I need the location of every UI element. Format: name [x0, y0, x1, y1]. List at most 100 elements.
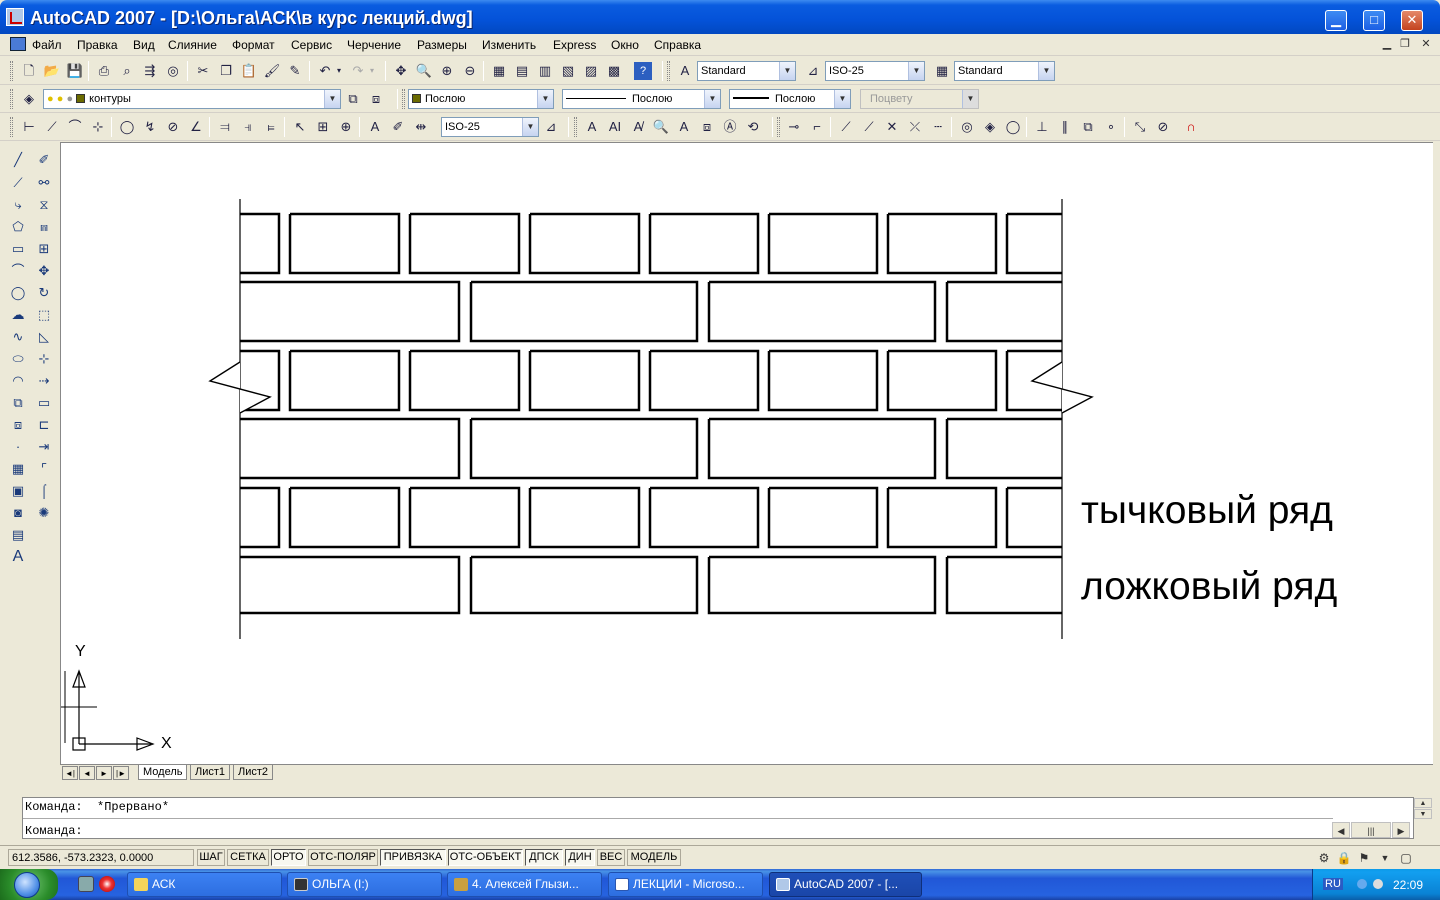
cut-icon[interactable]: ✂: [194, 62, 212, 80]
snap-none-icon[interactable]: ⊘: [1154, 118, 1172, 136]
insert-block-icon[interactable]: ⧉: [8, 393, 28, 413]
diameter-dimension-icon[interactable]: ⊘: [164, 118, 182, 136]
snap-apparent-intersection-icon[interactable]: ⤫: [906, 118, 924, 136]
extend-icon[interactable]: ⇢: [34, 371, 54, 391]
toolbar-grip[interactable]: [10, 89, 13, 109]
snap-temp-track-icon[interactable]: ⊸: [785, 118, 803, 136]
ortho-toggle[interactable]: ОРТО: [271, 849, 306, 866]
dimension-update-icon[interactable]: ⇹: [412, 118, 430, 136]
redo-dropdown-icon[interactable]: ▾: [367, 62, 377, 80]
region-icon[interactable]: ◙: [8, 503, 28, 523]
rectangle-icon[interactable]: ▭: [8, 239, 28, 259]
chamfer-icon[interactable]: ⌜: [34, 459, 54, 479]
rotate-icon[interactable]: ↻: [34, 283, 54, 303]
scroll-thumb[interactable]: |||: [1351, 822, 1391, 838]
scroll-right-icon[interactable]: ▶: [1392, 822, 1410, 838]
tab-sheet1[interactable]: Лист1: [190, 765, 231, 780]
ordinate-dimension-icon[interactable]: ⊹: [89, 118, 107, 136]
model-toggle[interactable]: МОДЕЛЬ: [627, 849, 681, 866]
zoom-realtime-icon[interactable]: 🔍: [415, 62, 433, 80]
help-icon[interactable]: ?: [634, 62, 652, 80]
snap-quadrant-icon[interactable]: ◈: [981, 118, 999, 136]
snap-perpendicular-icon[interactable]: ⊥: [1033, 118, 1051, 136]
language-indicator[interactable]: RU: [1323, 878, 1343, 890]
save-icon[interactable]: 💾: [66, 62, 84, 80]
scale-text-icon[interactable]: ⧈: [698, 118, 716, 136]
dimension-style-select[interactable]: ISO-25 ▼: [441, 117, 539, 137]
linetype-select[interactable]: Послою ▼: [562, 89, 721, 109]
print-preview-icon[interactable]: ⌕: [118, 62, 136, 80]
dyn-toggle[interactable]: ДИН: [565, 849, 595, 866]
volume-icon[interactable]: [1373, 879, 1383, 889]
make-object-layer-current-icon[interactable]: ⧉: [344, 90, 362, 108]
scroll-up-icon[interactable]: ▲: [1414, 798, 1432, 808]
command-lines[interactable]: Команда: *Прервано* Команда:: [22, 797, 1414, 839]
scale-icon[interactable]: ⬚: [34, 305, 54, 325]
previous-tab-button[interactable]: ◄: [79, 766, 95, 780]
tab-sheet2[interactable]: Лист2: [233, 765, 274, 780]
convert-space-icon[interactable]: ⟲: [744, 118, 762, 136]
snap-node-icon[interactable]: ∘: [1102, 118, 1120, 136]
baseline-dimension-icon[interactable]: ⫣: [239, 118, 257, 136]
start-button[interactable]: [0, 869, 58, 900]
dim-style-icon[interactable]: ⊿: [804, 62, 822, 80]
trim-icon[interactable]: ⊹: [34, 349, 54, 369]
polar-toggle[interactable]: ОТС-ПОЛЯР: [308, 849, 378, 866]
layer-select[interactable]: ● ● ● контуры ▼: [43, 89, 341, 109]
edit-text-icon[interactable]: A̸: [629, 118, 647, 136]
clean-screen-icon[interactable]: ▢: [1398, 850, 1414, 866]
radius-dimension-icon[interactable]: ◯: [118, 118, 136, 136]
join-icon[interactable]: ⇥: [34, 437, 54, 457]
annotation-icon[interactable]: ⚑: [1356, 850, 1372, 866]
lineweight-select[interactable]: Послою ▼: [729, 89, 851, 109]
ellipse-icon[interactable]: ⬭: [8, 349, 28, 369]
menu-edit[interactable]: Правка: [77, 38, 118, 52]
toolbar-grip[interactable]: [10, 61, 13, 81]
chevron-down-icon[interactable]: ▼: [962, 90, 978, 108]
snap-nearest-icon[interactable]: ⤡: [1131, 118, 1149, 136]
quick-launch-browser-icon[interactable]: [99, 876, 115, 892]
web-publish-icon[interactable]: ◎: [164, 62, 182, 80]
undo-icon[interactable]: ↶: [316, 62, 334, 80]
status-menu-chevron-icon[interactable]: ▼: [1377, 850, 1393, 866]
title-bar[interactable]: AutoCAD 2007 - [D:\Ольга\АСК\в курс лекц…: [0, 0, 1440, 34]
tool-palettes-icon[interactable]: ▥: [536, 62, 554, 80]
sheet-set-icon[interactable]: ▧: [559, 62, 577, 80]
markup-icon[interactable]: ▨: [582, 62, 600, 80]
table-icon[interactable]: ▤: [8, 525, 28, 545]
snap-extension-icon[interactable]: ┄: [929, 118, 947, 136]
menu-merge[interactable]: Слияние: [168, 38, 217, 52]
clock[interactable]: 22:09: [1393, 878, 1423, 892]
dimension-style-icon[interactable]: ⊿: [542, 118, 560, 136]
quick-leader-icon[interactable]: ↖: [291, 118, 309, 136]
copy-object-icon[interactable]: ⚯: [34, 173, 54, 193]
snap-endpoint-icon[interactable]: ⟋: [837, 118, 855, 136]
coordinates-readout[interactable]: 612.3586, -573.2323, 0.0000: [8, 849, 194, 866]
menu-express[interactable]: Express: [553, 38, 596, 52]
justify-text-icon[interactable]: Ⓐ: [721, 118, 739, 136]
otrack-toggle[interactable]: ОТС-ОБЪЕКТ: [448, 849, 523, 866]
open-folder-icon[interactable]: 📂: [43, 62, 61, 80]
next-tab-button[interactable]: ►: [96, 766, 112, 780]
chevron-down-icon[interactable]: ▼: [908, 62, 924, 80]
chevron-down-icon[interactable]: ▼: [522, 118, 538, 136]
explode-icon[interactable]: ✺: [34, 503, 54, 523]
ducs-toggle[interactable]: ДПСК: [525, 849, 563, 866]
revision-cloud-icon[interactable]: ☁: [8, 305, 28, 325]
grid-toggle[interactable]: СЕТКА: [227, 849, 269, 866]
text-style-icon[interactable]: A: [676, 62, 694, 80]
construction-line-icon[interactable]: ⟋: [8, 173, 28, 193]
chevron-down-icon[interactable]: ▼: [834, 90, 850, 108]
snap-insert-icon[interactable]: ⧉: [1079, 118, 1097, 136]
toolbar-grip[interactable]: [667, 61, 670, 81]
erase-icon[interactable]: ✐: [34, 150, 54, 170]
break-at-point-icon[interactable]: ▭: [34, 393, 54, 413]
linear-dimension-icon[interactable]: ⊢: [20, 118, 38, 136]
menu-file[interactable]: Файл: [32, 38, 62, 52]
snap-intersection-icon[interactable]: ✕: [883, 118, 901, 136]
tolerance-icon[interactable]: ⊞: [314, 118, 332, 136]
snap-toggle[interactable]: ШАГ: [197, 849, 225, 866]
lock-icon[interactable]: 🔒: [1336, 850, 1352, 866]
find-text-icon[interactable]: 🔍: [652, 118, 670, 136]
menu-dimension[interactable]: Размеры: [417, 38, 467, 52]
